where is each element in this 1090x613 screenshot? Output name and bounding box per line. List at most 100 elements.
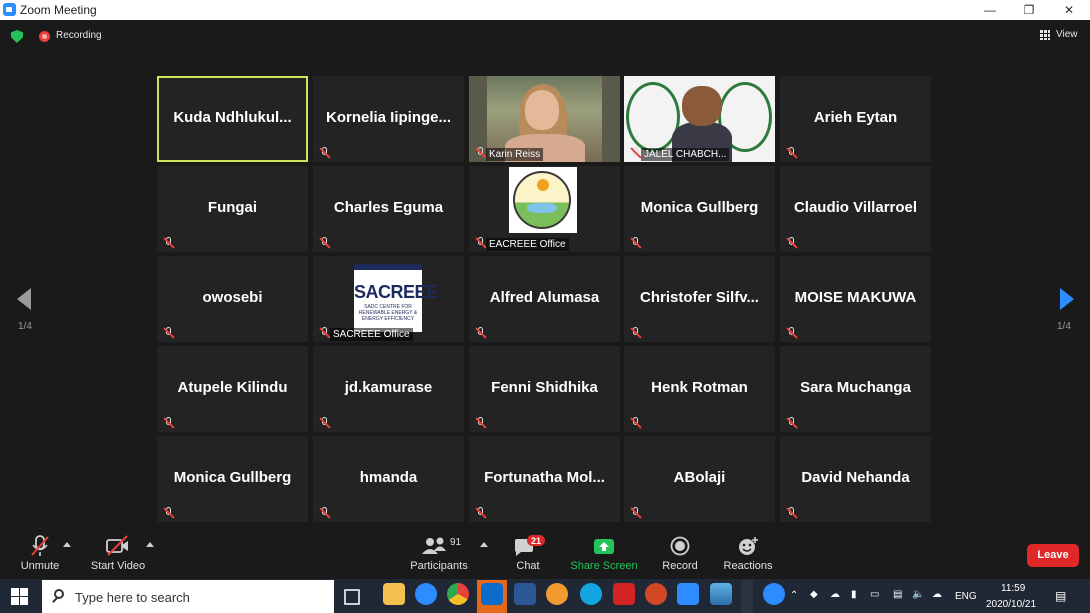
powerpoint-icon[interactable] bbox=[645, 583, 667, 605]
close-button[interactable]: ✕ bbox=[1049, 0, 1089, 20]
participant-tile[interactable]: owosebi bbox=[157, 256, 308, 342]
participant-tile[interactable]: Alfred Alumasa bbox=[469, 256, 620, 342]
clock-time[interactable]: 11:59 bbox=[1001, 583, 1025, 594]
volume-icon[interactable]: 🔈 bbox=[912, 589, 924, 600]
participant-name: David Nehanda bbox=[801, 469, 910, 486]
participant-tile[interactable]: SACREEE SADC CENTRE FOR RENEWABLE ENERGY… bbox=[313, 256, 464, 342]
minimize-button[interactable]: — bbox=[970, 0, 1010, 20]
participant-tile[interactable]: Kornelia Iipinge... bbox=[313, 76, 464, 162]
participant-tile[interactable]: Fungai bbox=[157, 166, 308, 252]
participant-tile[interactable]: MOISE MAKUWA bbox=[780, 256, 931, 342]
participant-name: Monica Gullberg bbox=[173, 469, 292, 486]
video-options-caret-icon[interactable] bbox=[146, 542, 154, 547]
skype-icon[interactable] bbox=[580, 583, 602, 605]
battery-icon[interactable]: ▭ bbox=[870, 589, 879, 600]
word-icon[interactable] bbox=[514, 583, 536, 605]
leave-button[interactable]: Leave bbox=[1027, 544, 1079, 567]
chat-button[interactable]: 21 Chat bbox=[507, 535, 549, 572]
participant-name: Fortunatha Mol... bbox=[484, 469, 605, 486]
participant-tile[interactable]: Monica Gullberg bbox=[157, 436, 308, 522]
participant-tile[interactable]: Monica Gullberg bbox=[624, 166, 775, 252]
sacreee-logo-subtitle: SADC CENTRE FOR RENEWABLE ENERGY & ENERG… bbox=[358, 304, 418, 322]
next-page-arrow-icon[interactable] bbox=[1060, 288, 1074, 310]
tray-overflow-chevron-icon[interactable]: ⌃ bbox=[790, 590, 798, 601]
participants-button[interactable]: 91 Participants bbox=[409, 535, 469, 572]
participant-name: Kornelia Iipinge... bbox=[325, 109, 452, 126]
cloud-icon[interactable]: ☁ bbox=[830, 589, 840, 600]
muted-mic-icon bbox=[163, 417, 175, 429]
chrome-icon[interactable] bbox=[447, 583, 469, 605]
taskbar-scroll-icon[interactable] bbox=[741, 580, 753, 613]
share-screen-button[interactable]: Share Screen bbox=[569, 535, 639, 572]
network-icon[interactable]: ▤ bbox=[893, 589, 902, 600]
start-video-label: Start Video bbox=[90, 560, 146, 572]
participants-options-caret-icon[interactable] bbox=[480, 542, 488, 547]
participant-tile[interactable]: Sara Muchanga bbox=[780, 346, 931, 432]
participant-name: Atupele Kilindu bbox=[177, 379, 288, 396]
photos-icon[interactable] bbox=[710, 583, 732, 605]
muted-mic-icon bbox=[319, 147, 331, 159]
participant-tile[interactable]: Karin Reiss bbox=[469, 76, 620, 162]
participant-tile[interactable]: David Nehanda bbox=[780, 436, 931, 522]
zoom-app-icon bbox=[3, 3, 16, 16]
window-title: Zoom Meeting bbox=[20, 3, 97, 17]
zoom-meeting-taskbar-icon[interactable] bbox=[677, 583, 699, 605]
participant-name: Kuda Ndhlukul... bbox=[173, 109, 292, 126]
muted-mic-icon bbox=[786, 237, 798, 249]
participant-caption: EACREEE Office bbox=[486, 238, 569, 251]
participant-tile[interactable]: Fenni Shidhika bbox=[469, 346, 620, 432]
help-icon[interactable] bbox=[763, 583, 785, 605]
participant-tile[interactable]: Henk Rotman bbox=[624, 346, 775, 432]
unmute-button[interactable]: Unmute bbox=[18, 535, 62, 572]
muted-microphone-icon bbox=[31, 535, 49, 556]
record-button[interactable]: Record bbox=[659, 535, 701, 572]
participant-name: ABolaji bbox=[673, 469, 726, 486]
participant-tile[interactable]: ABolaji bbox=[624, 436, 775, 522]
restore-button[interactable]: ❐ bbox=[1009, 0, 1049, 20]
usb-icon[interactable]: ▮ bbox=[851, 589, 857, 600]
task-view-icon[interactable] bbox=[344, 589, 360, 605]
participant-tile[interactable]: hmanda bbox=[313, 436, 464, 522]
encryption-shield-icon[interactable] bbox=[11, 30, 23, 43]
participant-tile[interactable]: JALEL CHABCH... bbox=[624, 76, 775, 162]
participant-name: Alfred Alumasa bbox=[489, 289, 600, 306]
participant-tile[interactable]: Claudio Villarroel bbox=[780, 166, 931, 252]
language-indicator[interactable]: ENG bbox=[955, 591, 977, 602]
reactions-button[interactable]: Reactions bbox=[721, 535, 775, 572]
acrobat-icon[interactable] bbox=[613, 583, 635, 605]
participant-name: jd.kamurase bbox=[344, 379, 433, 396]
outlook-icon[interactable] bbox=[481, 583, 503, 605]
dropbox-icon[interactable]: ◆ bbox=[810, 589, 818, 600]
participant-name: MOISE MAKUWA bbox=[794, 289, 917, 306]
eacreee-logo bbox=[509, 167, 577, 233]
view-button[interactable]: View bbox=[1038, 27, 1084, 43]
participant-tile[interactable]: Christofer Silfv... bbox=[624, 256, 775, 342]
video-off-icon bbox=[106, 535, 128, 556]
participant-tile[interactable]: Kuda Ndhlukul... bbox=[157, 76, 308, 162]
participant-tile[interactable]: EACREEE Office bbox=[469, 166, 620, 252]
participant-tile[interactable]: Fortunatha Mol... bbox=[469, 436, 620, 522]
snowflake-app-icon[interactable] bbox=[546, 583, 568, 605]
audio-options-caret-icon[interactable] bbox=[63, 542, 71, 547]
file-explorer-icon[interactable] bbox=[383, 583, 405, 605]
title-bar: Zoom Meeting — ❐ ✕ bbox=[0, 0, 1090, 20]
zoom-taskbar-icon[interactable] bbox=[415, 583, 437, 605]
chat-icon: 21 bbox=[514, 535, 545, 556]
share-screen-label: Share Screen bbox=[570, 560, 638, 572]
previous-page-arrow-icon[interactable] bbox=[17, 288, 31, 310]
grid-view-icon bbox=[1040, 30, 1050, 40]
page-indicator-right: 1/4 bbox=[1057, 321, 1071, 332]
participant-tile[interactable]: Atupele Kilindu bbox=[157, 346, 308, 432]
muted-mic-icon bbox=[786, 147, 798, 159]
participant-name: owosebi bbox=[202, 289, 263, 306]
clock-date[interactable]: 2020/10/21 bbox=[986, 599, 1036, 610]
participant-tile[interactable]: jd.kamurase bbox=[313, 346, 464, 432]
participant-tile[interactable]: Charles Eguma bbox=[313, 166, 464, 252]
onedrive-icon[interactable]: ☁ bbox=[932, 589, 942, 600]
taskbar-search[interactable]: Type here to search bbox=[42, 580, 334, 613]
start-video-button[interactable]: Start Video bbox=[89, 535, 147, 572]
notifications-icon[interactable]: ▤ bbox=[1055, 589, 1066, 603]
participant-tile[interactable]: Arieh Eytan bbox=[780, 76, 931, 162]
muted-mic-icon bbox=[163, 327, 175, 339]
windows-start-icon[interactable] bbox=[11, 588, 28, 605]
